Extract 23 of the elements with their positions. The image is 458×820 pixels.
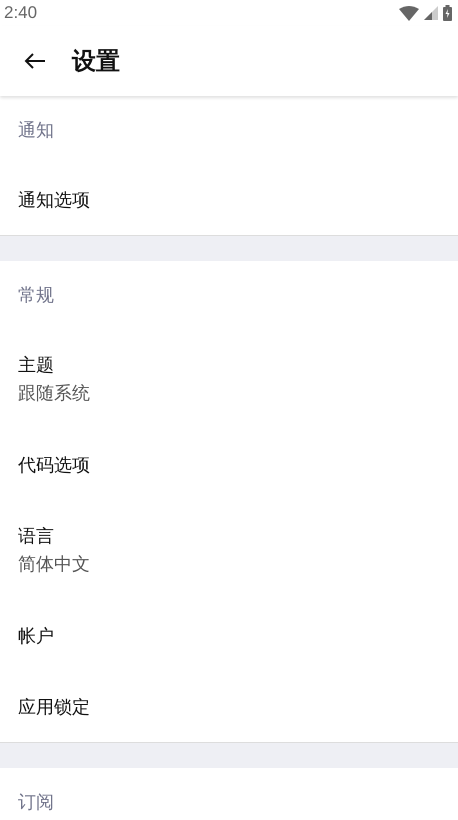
item-title: 通知选项	[18, 188, 91, 212]
item-title: 主题	[18, 354, 55, 377]
item-subtitle: 简体中文	[18, 553, 91, 576]
back-arrow-icon	[24, 52, 46, 70]
page-title: 设置	[72, 46, 120, 77]
settings-item[interactable]: 语言 简体中文	[0, 500, 458, 600]
wifi-icon	[399, 6, 419, 20]
settings-item[interactable]: 通知选项	[0, 164, 458, 235]
settings-item[interactable]: 代码选项	[0, 429, 458, 500]
signal-icon	[424, 6, 438, 20]
settings-item[interactable]: 帐户	[0, 600, 458, 671]
item-title: 语言	[18, 525, 55, 548]
item-title: 应用锁定	[18, 696, 91, 718]
section-header: 订阅	[18, 791, 54, 814]
item-subtitle: 跟随系统	[18, 382, 91, 405]
battery-icon	[443, 5, 452, 21]
section-header: 通知	[18, 119, 54, 142]
settings-item[interactable]: 主题 跟随系统	[0, 329, 458, 429]
section-header: 常规	[18, 284, 54, 307]
settings-item[interactable]: 应用锁定	[0, 671, 458, 742]
item-title: 代码选项	[18, 454, 91, 476]
status-time: 2:40	[4, 3, 38, 23]
item-title: 帐户	[18, 624, 55, 648]
